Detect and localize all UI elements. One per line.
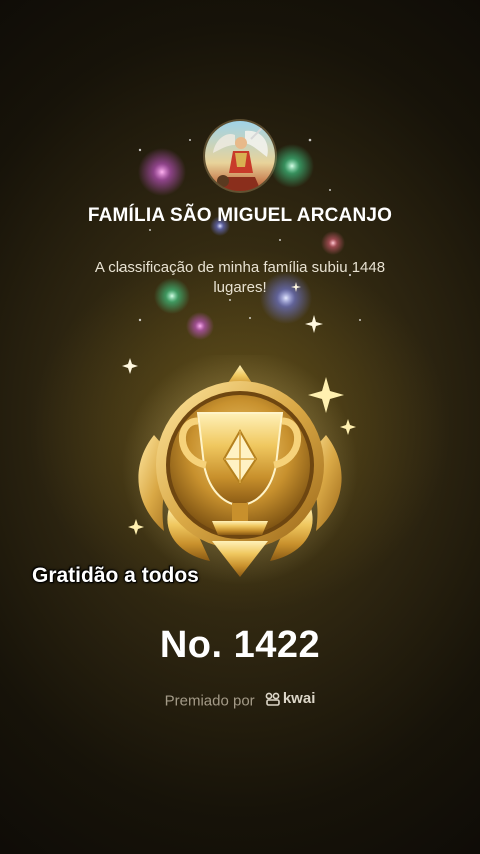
avatar-image <box>205 121 275 191</box>
family-name: FAMÍLIA SÃO MIGUEL ARCANJO <box>87 205 393 226</box>
glow-green-1 <box>270 144 314 188</box>
award-screen: FAMÍLIA SÃO MIGUEL ARCANJO A classificaç… <box>0 0 480 854</box>
glow-rose-1 <box>321 231 345 255</box>
awarded-by-label: Premiado por <box>164 692 255 710</box>
glow-pink-2 <box>186 312 214 340</box>
kwai-brand[interactable]: kwai <box>265 690 316 707</box>
caption-overlay: Gratidão a todos <box>32 564 199 587</box>
trophy-badge-icon <box>122 355 358 585</box>
kwai-brand-label: kwai <box>282 690 316 707</box>
rank-change-message: A classificação de minha família subiu 1… <box>94 259 386 296</box>
sparkle-icon <box>305 315 323 333</box>
awarded-by: Premiado por kwai <box>0 690 480 710</box>
avatar[interactable] <box>205 121 275 191</box>
kwai-logo-icon <box>265 692 280 706</box>
rank-number: No. 1422 <box>159 624 321 666</box>
glow-pink-1 <box>138 148 186 196</box>
